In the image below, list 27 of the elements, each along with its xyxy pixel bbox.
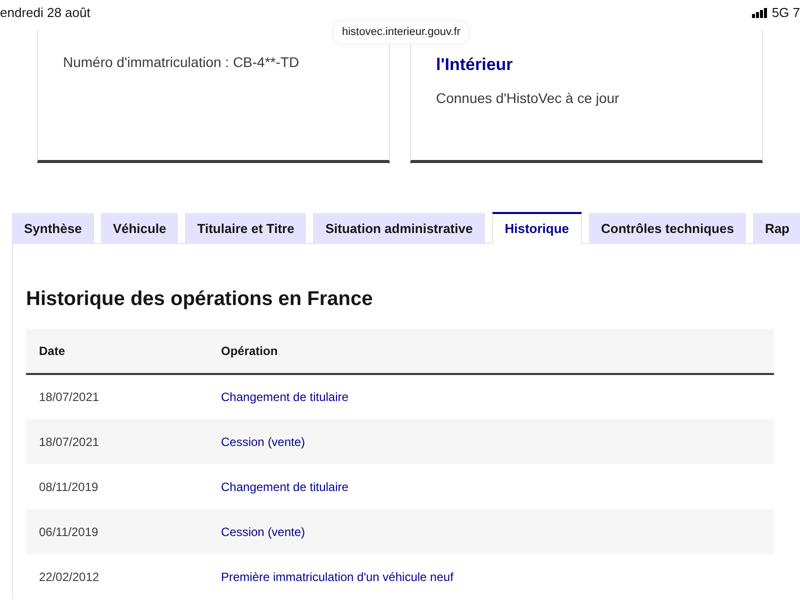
signal-icon (752, 8, 768, 18)
operation-cell: Première immatriculation d'un véhicule neuf (208, 554, 774, 599)
tab[interactable]: Situation administrative (313, 213, 485, 244)
operation-cell: Cession (vente) (208, 509, 774, 554)
tab[interactable]: Contrôles techniques (589, 213, 746, 244)
operation-cell: Changement de titulaire (208, 464, 774, 509)
operation-cell: Changement de titulaire (208, 374, 774, 419)
column-header: Date (26, 329, 208, 374)
url-bar[interactable]: histovec.interieur.gouv.fr (334, 22, 468, 42)
date-cell: 06/11/2019 (26, 509, 208, 554)
card-text: Numéro d'immatriculation : CB-4**-TD (63, 53, 300, 72)
tab[interactable]: Véhicule (100, 213, 178, 244)
card-text: Connues d'HistoVec à ce jour (436, 88, 620, 108)
section-title: Historique des opérations en France (26, 287, 374, 312)
tab[interactable]: Rap (752, 213, 800, 244)
tab[interactable]: Titulaire et Titre (185, 213, 306, 244)
date-cell: 08/11/2019 (26, 464, 208, 509)
card-title: l'Intérieur (436, 54, 514, 76)
date-cell: 22/02/2012 (26, 554, 208, 599)
date-cell: 18/07/2021 (26, 419, 208, 464)
network-label: 5G 7 (772, 4, 800, 22)
date-cell: 18/07/2021 (26, 374, 208, 419)
operation-cell: Cession (vente) (208, 419, 774, 464)
status-date: endredi 28 août (0, 4, 90, 22)
column-header: Opération (208, 329, 774, 374)
tab[interactable]: Synthèse (12, 213, 94, 244)
tab[interactable]: Historique (492, 212, 582, 244)
